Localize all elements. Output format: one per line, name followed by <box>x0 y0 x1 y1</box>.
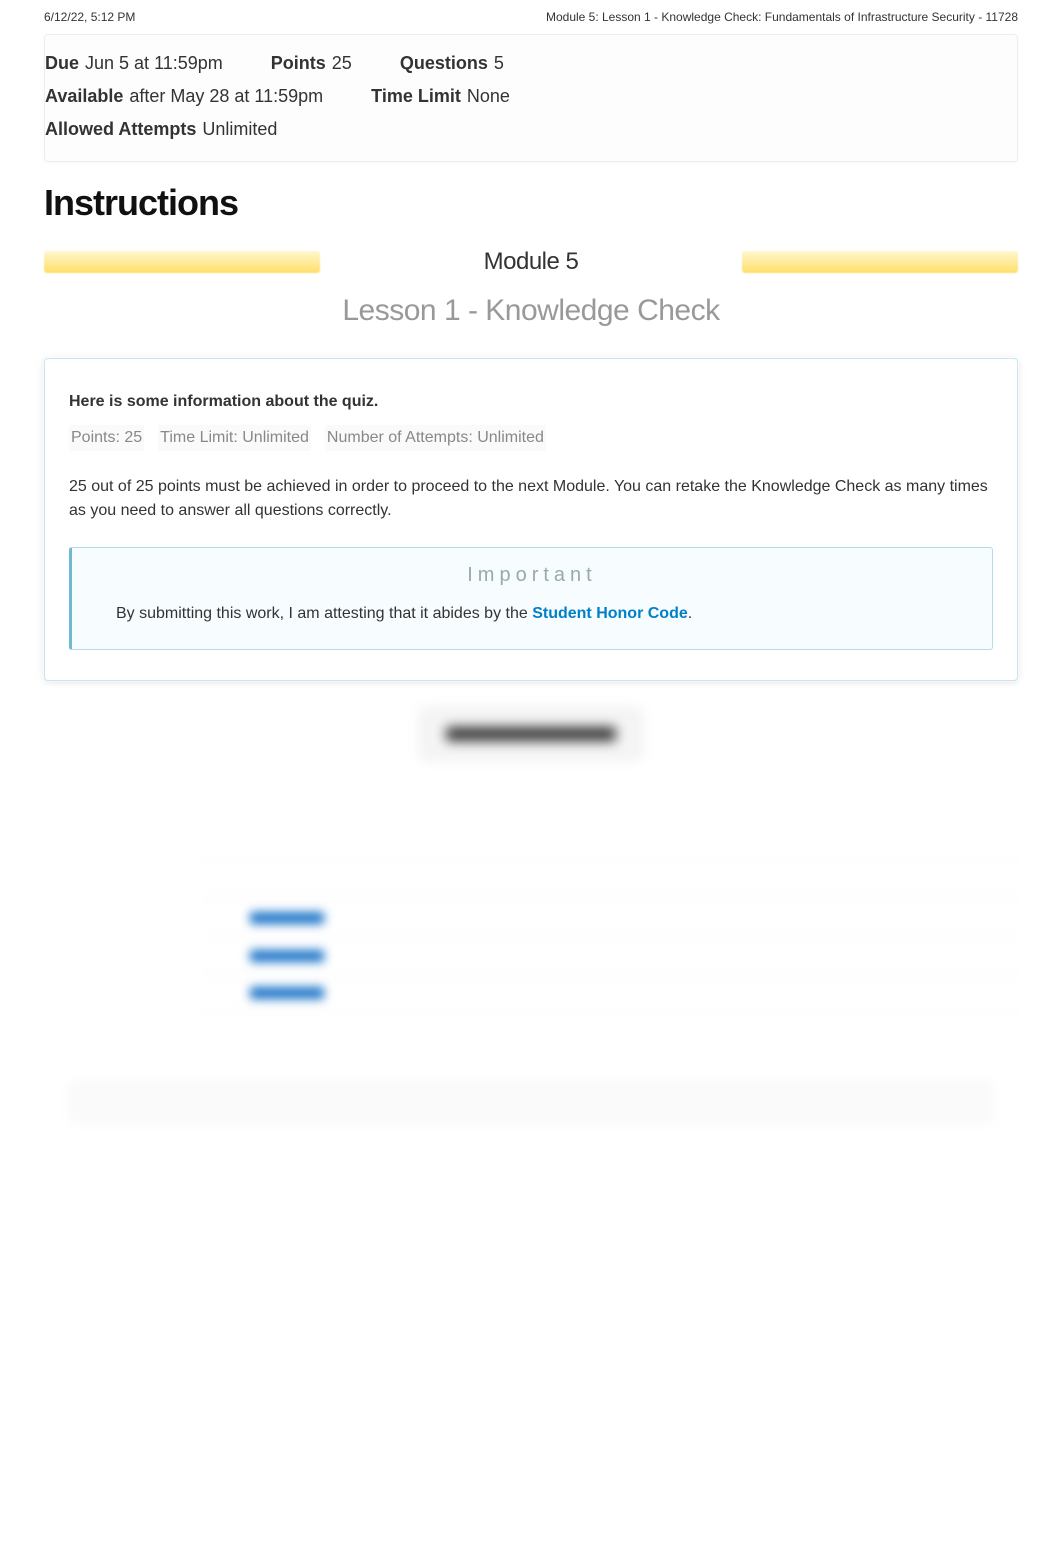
quiz-info-card: Here is some information about the quiz.… <box>44 358 1018 681</box>
meta-due-value: Jun 5 at 11:59pm <box>85 53 223 73</box>
print-page-title: Module 5: Lesson 1 - Knowledge Check: Fu… <box>546 10 1018 24</box>
take-quiz-button-zone <box>44 709 1018 764</box>
list-item <box>204 898 1018 936</box>
highlight-bar-right <box>742 251 1018 273</box>
meta-points-value: 25 <box>332 53 352 73</box>
bottom-bar <box>70 1082 992 1122</box>
meta-timelimit: Time Limit None <box>371 82 510 111</box>
module-title: Module 5 <box>484 248 579 276</box>
attempt-link[interactable] <box>250 987 324 999</box>
attest-line: By submitting this work, I am attesting … <box>92 605 972 623</box>
meta-attempts-value: Unlimited <box>202 119 277 139</box>
meta-available-value: after May 28 at 11:59pm <box>129 86 323 106</box>
quiz-meta-box: DueJun 5 at 11:59pm Points25 Questions5 … <box>44 34 1018 162</box>
list-item <box>204 974 1018 1012</box>
list-item <box>204 936 1018 974</box>
important-title: Important <box>92 564 972 587</box>
instructions-heading: Instructions <box>44 182 1018 224</box>
meta-timelimit-label: Time Limit <box>371 86 461 106</box>
meta-questions-label: Questions <box>400 53 488 73</box>
meta-due-label: Due <box>45 53 79 73</box>
lesson-title: Lesson 1 - Knowledge Check <box>44 294 1018 328</box>
honor-code-link[interactable]: Student Honor Code <box>532 605 688 622</box>
requirement-text: 25 out of 25 points must be achieved in … <box>69 475 993 523</box>
quiz-intro-text: Here is some information about the quiz. <box>69 393 993 411</box>
meta-points: Points 25 <box>271 49 352 78</box>
attest-text-after: . <box>688 605 692 622</box>
module-title-row: Module 5 <box>44 244 1018 280</box>
attest-text-before: By submitting this work, I am attesting … <box>116 605 532 622</box>
meta-points-label: Points <box>271 53 326 73</box>
important-callout: Important By submitting this work, I am … <box>69 547 993 650</box>
list-item <box>204 860 1018 898</box>
print-timestamp: 6/12/22, 5:12 PM <box>44 10 135 24</box>
attempt-history-list <box>44 860 1018 1012</box>
meta-attempts: Allowed Attempts Unlimited <box>45 115 277 144</box>
meta-questions-value: 5 <box>494 53 504 73</box>
attempt-link[interactable] <box>250 912 324 924</box>
meta-attempts-label: Allowed Attempts <box>45 119 196 139</box>
meta-timelimit-value: None <box>467 86 510 106</box>
pill-points: Points: 25 <box>69 425 144 451</box>
take-quiz-button[interactable] <box>421 709 641 759</box>
print-header: 6/12/22, 5:12 PM Module 5: Lesson 1 - Kn… <box>0 0 1062 34</box>
highlight-bar-left <box>44 251 320 273</box>
pill-timelimit: Time Limit: Unlimited <box>158 425 311 451</box>
meta-available: Available after May 28 at 11:59pm <box>45 82 323 111</box>
meta-questions: Questions 5 <box>400 49 504 78</box>
quiz-pill-row: Points: 25 Time Limit: Unlimited Number … <box>69 425 993 451</box>
meta-due: Due Jun 5 at 11:59pm <box>45 49 223 78</box>
pill-attempts: Number of Attempts: Unlimited <box>325 425 546 451</box>
attempt-link[interactable] <box>250 950 324 962</box>
meta-available-label: Available <box>45 86 123 106</box>
